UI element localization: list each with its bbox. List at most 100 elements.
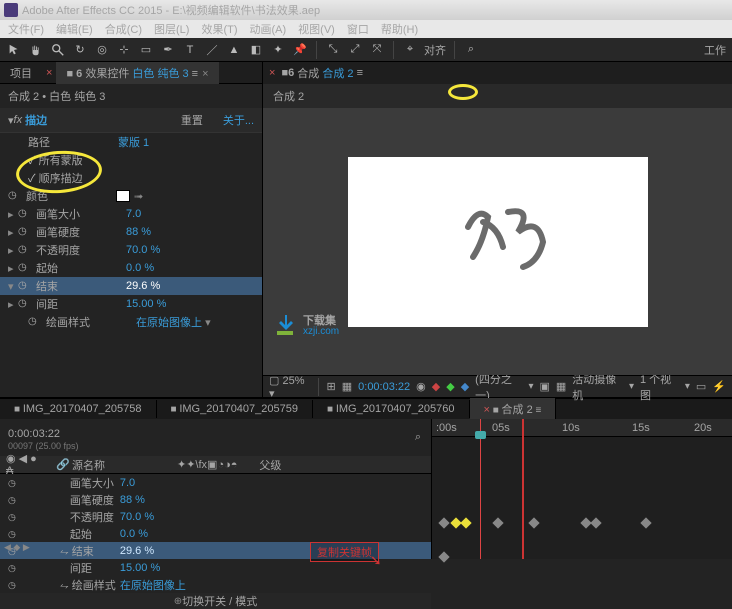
stopwatch-icon[interactable] xyxy=(18,225,32,239)
roto-tool-icon[interactable]: ✦ xyxy=(270,42,286,58)
keyframe-icon[interactable] xyxy=(460,517,471,528)
menu-bar[interactable]: 文件(F) 编辑(E) 合成(C) 图层(L) 效果(T) 动画(A) 视图(V… xyxy=(0,20,732,38)
about-link[interactable]: 关于... xyxy=(223,112,254,128)
composition-viewer[interactable]: 下载集xzji.com xyxy=(263,108,732,375)
selection-tool-icon[interactable] xyxy=(6,42,22,58)
tl-tab-3[interactable]: ■ IMG_20170407_205760 xyxy=(313,400,470,418)
anchor-tool-icon[interactable]: ⊹ xyxy=(116,42,132,58)
zoom-tool-icon[interactable] xyxy=(50,42,66,58)
stopwatch-icon[interactable] xyxy=(18,243,32,257)
tab-close-icon[interactable]: × xyxy=(269,67,275,79)
tl-tab-2[interactable]: ■ IMG_20170407_205759 xyxy=(157,400,314,418)
col-parent[interactable]: 父级 xyxy=(253,457,287,473)
keyframe-nav[interactable]: ◀ ◆ ▶ xyxy=(4,542,30,553)
comp-tab-item[interactable]: 合成 2 xyxy=(322,65,353,81)
timeline-footer[interactable]: ⊕ 切换开关 / 模式 xyxy=(0,593,431,609)
timeline-timecode[interactable]: 0:00:03:2200097 (25.00 fps) xyxy=(0,419,87,456)
annotation-label: 复制关键帧 xyxy=(310,542,379,562)
tab-close-icon[interactable]: × xyxy=(42,64,56,82)
menu-help[interactable]: 帮助(H) xyxy=(375,21,424,37)
end-value[interactable]: 29.6 % xyxy=(126,280,160,292)
tl-tab-active[interactable]: × ■ 合成 2 ≡ xyxy=(470,398,557,420)
brush-tool-icon[interactable]: ／ xyxy=(204,42,220,58)
zoom-dropdown[interactable]: ▢ 25% ▾ xyxy=(269,374,310,400)
keyframe-icon[interactable] xyxy=(492,517,503,528)
brush-size-value[interactable]: 7.0 xyxy=(126,208,141,220)
views-dropdown[interactable]: 1 个视图 xyxy=(640,371,679,403)
pen-tool-icon[interactable]: ✒ xyxy=(160,42,176,58)
brush-hard-value[interactable]: 88 % xyxy=(126,226,151,238)
menu-effect[interactable]: 效果(T) xyxy=(195,21,243,37)
resolution-icon[interactable]: ⊞ xyxy=(327,380,336,393)
keyframe-icon[interactable] xyxy=(438,551,449,562)
tl-spacing: 间距 xyxy=(20,560,120,576)
stopwatch-icon[interactable] xyxy=(8,189,22,203)
col-source[interactable]: 源名称 xyxy=(66,457,111,473)
camera-tool-icon[interactable]: ◎ xyxy=(94,42,110,58)
tab-project[interactable]: 项目 xyxy=(0,62,42,84)
menu-window[interactable]: 窗口 xyxy=(341,21,375,37)
hand-tool-icon[interactable] xyxy=(28,42,44,58)
comp-breadcrumb[interactable]: 合成 2 xyxy=(263,84,732,108)
menu-layer[interactable]: 图层(L) xyxy=(148,21,195,37)
menu-edit[interactable]: 编辑(E) xyxy=(50,21,99,37)
stopwatch-icon[interactable] xyxy=(28,315,42,329)
clone-tool-icon[interactable]: ▲ xyxy=(226,42,242,58)
puppet-tool-icon[interactable]: 📌 xyxy=(292,42,308,58)
color-swatch[interactable] xyxy=(116,190,130,202)
keyframe-icon[interactable] xyxy=(640,517,651,528)
pixel-aspect-icon[interactable]: ▭ xyxy=(696,380,706,393)
fast-preview-icon[interactable]: ⚡ xyxy=(712,380,726,393)
keyframe-icon[interactable] xyxy=(528,517,539,528)
comp-tab-label[interactable]: 合成 xyxy=(297,65,319,81)
snapshot-icon[interactable]: ◉ xyxy=(416,380,426,393)
opacity-value[interactable]: 70.0 % xyxy=(126,244,160,256)
menu-view[interactable]: 视图(V) xyxy=(292,21,341,37)
search-icon[interactable]: ⌕ xyxy=(463,42,479,58)
stopwatch-icon[interactable] xyxy=(18,279,32,293)
stopwatch-icon[interactable] xyxy=(18,261,32,275)
effect-name: 描边 xyxy=(25,112,47,128)
snap-label[interactable]: 对齐 xyxy=(424,42,446,58)
timeline-track-area[interactable]: :00s 05s 10s 15s 20s xyxy=(432,419,732,559)
grid-icon[interactable]: ▦ xyxy=(342,380,352,393)
playhead[interactable] xyxy=(480,419,481,559)
prop-all-masks[interactable]: 所有蒙版 xyxy=(28,152,83,168)
current-time[interactable]: 0:00:03:22 xyxy=(358,381,410,393)
prop-end: 结束 xyxy=(36,278,126,294)
rect-tool-icon[interactable]: ▭ xyxy=(138,42,154,58)
tl-end: 结束 xyxy=(72,546,94,558)
keyframe-icon[interactable] xyxy=(590,517,601,528)
rotate-tool-icon[interactable]: ↻ xyxy=(72,42,88,58)
eraser-tool-icon[interactable]: ◧ xyxy=(248,42,264,58)
start-value[interactable]: 0.0 % xyxy=(126,262,154,274)
stopwatch-icon[interactable] xyxy=(18,207,32,221)
tl-tab-1[interactable]: ■ IMG_20170407_205758 xyxy=(0,400,157,418)
search-icon[interactable]: ⌕ xyxy=(415,431,421,444)
prop-sequential[interactable]: 顺序描边 xyxy=(28,170,83,186)
effect-header[interactable]: ▾ fx 描边 重置 关于... xyxy=(0,108,262,133)
axis-local-icon[interactable]: ⤡ xyxy=(325,42,341,58)
keyframe-icon[interactable] xyxy=(438,517,449,528)
menu-comp[interactable]: 合成(C) xyxy=(99,21,148,37)
prop-path-value[interactable]: 蒙版 1 xyxy=(118,134,149,150)
tab-effect-controls[interactable]: ■ 6 效果控件 白色 纯色 3 ≡× xyxy=(56,62,218,84)
workspace-label[interactable]: 工作 xyxy=(704,42,726,58)
transparency-icon[interactable]: ▦ xyxy=(556,380,566,393)
menu-anim[interactable]: 动画(A) xyxy=(244,21,293,37)
text-tool-icon[interactable]: T xyxy=(182,42,198,58)
axis-view-icon[interactable]: ⤧ xyxy=(369,42,385,58)
stroke-drawing xyxy=(348,157,648,327)
channel-icon[interactable]: ◆ xyxy=(432,380,440,393)
menu-file[interactable]: 文件(F) xyxy=(2,21,50,37)
prop-opacity: 不透明度 xyxy=(36,242,126,258)
tl-start: 起始 xyxy=(20,526,120,542)
axis-world-icon[interactable]: ⤢ xyxy=(347,42,363,58)
snap-icon[interactable]: ⌖ xyxy=(402,42,418,58)
reset-link[interactable]: 重置 xyxy=(181,112,203,128)
region-icon[interactable]: ▣ xyxy=(539,380,549,393)
stopwatch-icon[interactable] xyxy=(18,297,32,311)
camera-dropdown[interactable]: 活动摄像机 xyxy=(572,371,623,403)
paint-style-value[interactable]: 在原始图像上 xyxy=(136,314,202,330)
spacing-value[interactable]: 15.00 % xyxy=(126,298,166,310)
